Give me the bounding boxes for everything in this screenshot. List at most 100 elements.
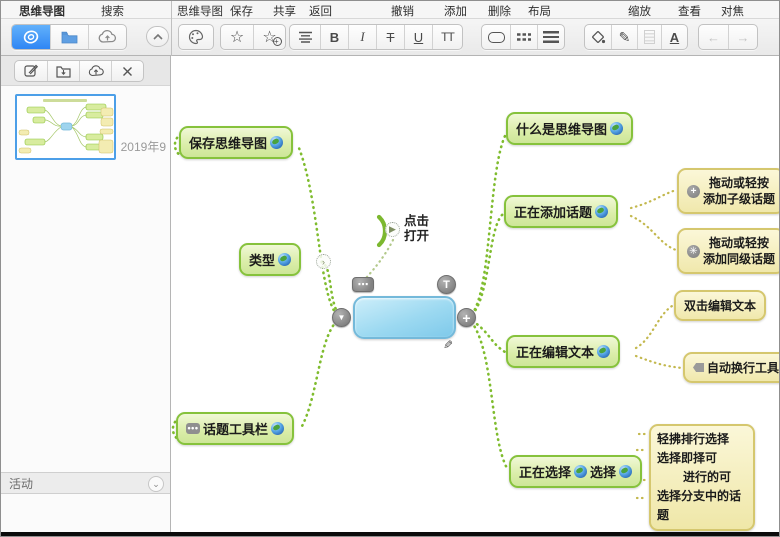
app-window: 思维导图 搜索 思维导图 保存 共享 返回 撤销 添加 删除 布局 缩放 查看 … (0, 0, 780, 537)
activity-section-header[interactable]: 活动 ⌄ (1, 472, 170, 494)
history-group: ← → (698, 24, 758, 50)
back-arrow-icon: ← (707, 30, 720, 45)
menu-undo[interactable]: 撤销 (391, 3, 414, 19)
cloud-upload-button[interactable] (79, 61, 111, 81)
pen-button[interactable]: ✎ (611, 25, 637, 49)
node-more-button[interactable]: ⋯ (352, 277, 374, 292)
node-topic-toolbar[interactable]: •••话题工具栏 (176, 412, 294, 445)
menu-add[interactable]: 添加 (444, 3, 467, 19)
collapse-toolbar-button[interactable] (146, 26, 169, 47)
node-editing-text[interactable]: 正在编辑文本 (506, 335, 620, 368)
cluster-line: 选择分支中的话题 (657, 487, 747, 525)
menu-layout[interactable]: 布局 (528, 3, 551, 19)
globe-icon (574, 465, 587, 478)
type-play-badge[interactable]: › (316, 254, 331, 269)
underline-button[interactable]: U (404, 25, 432, 49)
node-label: 自动换行工具 (707, 359, 779, 376)
globe-icon (619, 465, 632, 478)
chrome-divider (171, 1, 172, 56)
theme-group (178, 24, 214, 50)
menu-mindmap[interactable]: 思维导图 (177, 3, 223, 19)
menu-app-title[interactable]: 思维导图 (19, 3, 65, 19)
bold-button[interactable]: B (320, 25, 348, 49)
node-add-sibling[interactable]: ✳ 拖动或轻按添加同级话题 (677, 228, 780, 274)
text-size-button[interactable]: TT (432, 25, 462, 49)
folder-import-icon (56, 65, 71, 78)
menu-share[interactable]: 共享 (273, 3, 296, 19)
lines-icon (543, 31, 559, 43)
italic-button[interactable]: I (348, 25, 376, 49)
activity-chevron-button[interactable]: ⌄ (148, 476, 164, 492)
globe-icon (610, 122, 623, 135)
menu-delete[interactable]: 删除 (488, 3, 511, 19)
mindmap-thumbnail[interactable] (15, 94, 116, 160)
node-add-subtopic[interactable]: + 拖动或轻按添加子级话题 (677, 168, 780, 214)
pencil-icon: ✎ (619, 29, 631, 46)
new-document-button[interactable] (15, 61, 47, 81)
connector-child-doubleclick (636, 306, 672, 348)
menu-return[interactable]: 返回 (309, 3, 332, 19)
node-autowrap-tool[interactable]: 自动换行工具 (683, 352, 780, 383)
folder-view-button[interactable] (50, 25, 88, 49)
node-adding-topics[interactable]: 正在添加话题 (504, 195, 618, 228)
node-label: 什么是思维导图 (516, 119, 607, 138)
color-group: ✎ A (584, 24, 688, 50)
node-collapse-button[interactable]: ▼ (332, 308, 351, 327)
node-label: 类型 (249, 250, 275, 269)
globe-icon (271, 422, 284, 435)
chevron-right-icon: › (322, 257, 325, 267)
central-topic-node[interactable] (353, 296, 456, 339)
thumbnail-preview (17, 96, 114, 158)
node-label: 正在添加话题 (514, 202, 592, 221)
connector-child-autowrap (636, 356, 682, 368)
import-button[interactable] (47, 61, 79, 81)
tag-icon (693, 363, 704, 372)
rounded-rect-icon (488, 32, 505, 43)
text-style-icon: T (443, 279, 450, 291)
toolbar: ☆ ☆+ B I T U TT ✎ A (1, 19, 780, 56)
node-what-is-mindmap[interactable]: 什么是思维导图 (506, 112, 633, 145)
fill-drop-icon (591, 30, 606, 44)
line-weight-button[interactable] (537, 25, 564, 49)
node-label: 正在选择 (519, 462, 571, 481)
star-add-button[interactable]: ☆+ (253, 25, 285, 49)
notes-button[interactable] (637, 25, 661, 49)
menu-zoom[interactable]: 缩放 (628, 3, 651, 19)
node-label: 双击编辑文本 (684, 297, 756, 314)
plus-icon: + (462, 310, 470, 326)
node-textstyle-button[interactable]: T (437, 275, 456, 294)
node-selection-cluster[interactable]: 轻拂排行选择 选择即择可 进行的可 选择分支中的话题 (649, 424, 755, 531)
node-label-2: 选择 (590, 462, 616, 481)
theme-palette-button[interactable] (179, 25, 213, 49)
node-selecting[interactable]: 正在选择选择 (509, 455, 642, 488)
menu-search[interactable]: 搜索 (101, 3, 124, 19)
cloud-view-button[interactable] (88, 25, 126, 49)
node-add-button[interactable]: + (457, 308, 476, 327)
node-doubleclick-edit[interactable]: 双击编辑文本 (674, 290, 766, 321)
menu-save[interactable]: 保存 (230, 3, 253, 19)
node-save-mindmap[interactable]: 保存思维导图 (179, 126, 293, 159)
plus-badge-icon: + (687, 185, 700, 198)
hint-play-badge[interactable]: ▶ (385, 222, 400, 237)
close-sidebar-button[interactable] (111, 61, 143, 81)
back-button[interactable]: ← (699, 25, 728, 49)
mindmap-canvas[interactable]: ⋯ T ▼ + ✎ ▶ 点击 打开 保存思维导图 类型 › •••话题工具栏 什… (171, 56, 780, 532)
node-type[interactable]: 类型 (239, 243, 301, 276)
globe-icon (270, 136, 283, 149)
star-button[interactable]: ☆ (221, 25, 253, 49)
mindmap-view-button[interactable] (12, 25, 50, 49)
cluster-line: 选择即择可 (657, 449, 747, 468)
menu-bar: 思维导图 搜索 思维导图 保存 共享 返回 撤销 添加 删除 布局 缩放 查看 … (1, 1, 780, 19)
menu-view[interactable]: 查看 (678, 3, 701, 19)
fill-color-button[interactable] (585, 25, 611, 49)
node-label: 拖动或轻按添加子级话题 (703, 175, 775, 207)
menu-focus[interactable]: 对焦 (721, 3, 744, 19)
compose-icon (24, 64, 38, 78)
branch-style-button[interactable] (510, 25, 537, 49)
align-button[interactable] (290, 25, 320, 49)
node-shape-button[interactable] (482, 25, 510, 49)
forward-button[interactable]: → (728, 25, 757, 49)
font-color-button[interactable]: A (661, 25, 687, 49)
chevron-up-icon (153, 34, 163, 40)
strikethrough-button[interactable]: T (376, 25, 404, 49)
